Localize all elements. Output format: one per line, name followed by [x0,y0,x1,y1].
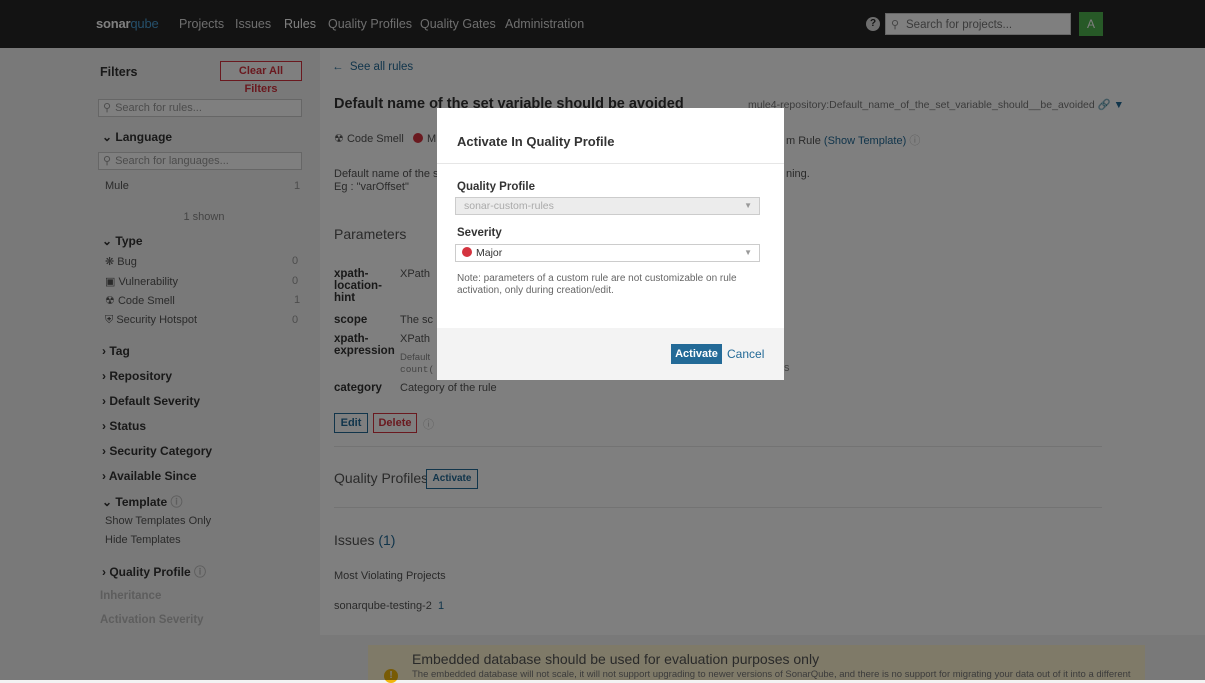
chevron-down-icon: ▼ [744,201,752,210]
quality-profile-value: sonar-custom-rules [464,200,554,212]
activate-button[interactable]: Activate [671,344,722,364]
custom-rule-note: Note: parameters of a custom rule are no… [457,273,737,296]
quality-profile-select[interactable]: sonar-custom-rules ▼ [455,197,760,215]
severity-label: Severity [457,227,502,239]
modal-divider [437,163,784,164]
major-severity-icon [462,247,472,257]
modal-title: Activate In Quality Profile [457,134,615,149]
severity-value: Major [476,247,503,259]
severity-select[interactable]: Major ▼ [455,244,760,262]
chevron-down-icon: ▼ [744,248,752,257]
activate-quality-profile-modal: Activate In Quality Profile Quality Prof… [437,108,784,380]
cancel-button[interactable]: Cancel [727,347,764,361]
quality-profile-label: Quality Profile [457,181,535,193]
modal-footer: Activate Cancel [437,328,784,380]
